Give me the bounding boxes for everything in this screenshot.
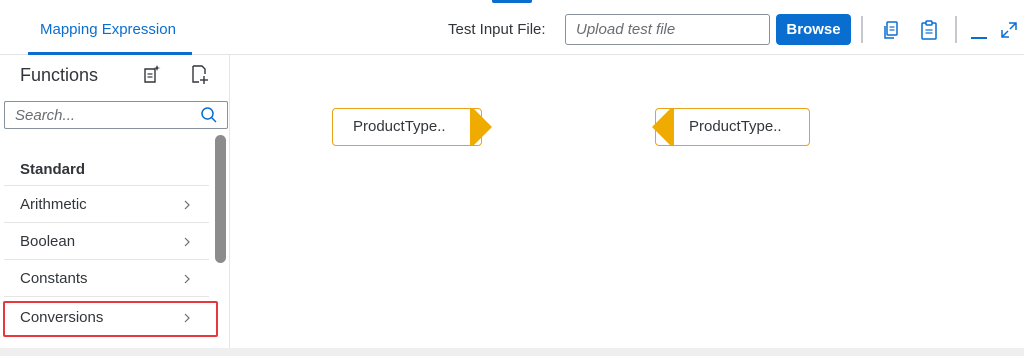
list-item-label: Constants [20,270,88,287]
chevron-right-icon [184,237,190,247]
toolbar-divider [955,16,957,43]
add-function-icon[interactable] [188,63,210,85]
group-header-standard: Standard [4,154,209,186]
resize-handle[interactable] [492,0,532,3]
test-file-input[interactable] [565,14,770,45]
chevron-right-icon [184,200,190,210]
list-item-label: Boolean [20,233,76,250]
browse-button[interactable]: Browse [776,14,851,45]
test-input-label: Test Input File: [448,21,546,38]
create-function-icon[interactable] [140,63,162,85]
list-item-constants[interactable]: Constants [4,260,209,297]
search-icon[interactable] [200,106,218,124]
target-node-label: ProductType.. [689,118,782,135]
source-node[interactable]: ProductType.. [332,108,482,146]
list-item-boolean[interactable]: Boolean [4,223,209,260]
search-input[interactable] [5,102,210,128]
sidebar-scrollbar[interactable] [215,135,226,263]
functions-panel: Functions Standard Arithmetic Boolean Co… [0,55,230,348]
functions-title: Functions [20,65,99,85]
target-node[interactable]: ProductType.. [655,108,810,146]
conversions-highlight-box [3,301,218,337]
expand-icon[interactable] [998,19,1020,41]
copy-icon[interactable] [880,19,902,41]
chevron-right-icon [184,274,190,284]
paste-icon[interactable] [918,19,940,41]
toolbar-divider [861,16,863,43]
mapping-canvas[interactable]: ProductType.. ProductType.. [230,55,1024,348]
tab-mapping-expression[interactable]: Mapping Expression [40,4,176,54]
source-node-label: ProductType.. [353,118,446,135]
bottom-bar [0,348,1024,356]
target-connector-arrow[interactable] [650,108,674,146]
list-item-label: Arithmetic [20,196,87,213]
source-connector-arrow[interactable] [470,108,494,146]
search-field [4,101,228,129]
header-toolbar: Mapping Expression Test Input File: Brow… [0,4,1024,55]
minimize-icon[interactable] [968,19,990,41]
list-item-arithmetic[interactable]: Arithmetic [4,186,209,223]
